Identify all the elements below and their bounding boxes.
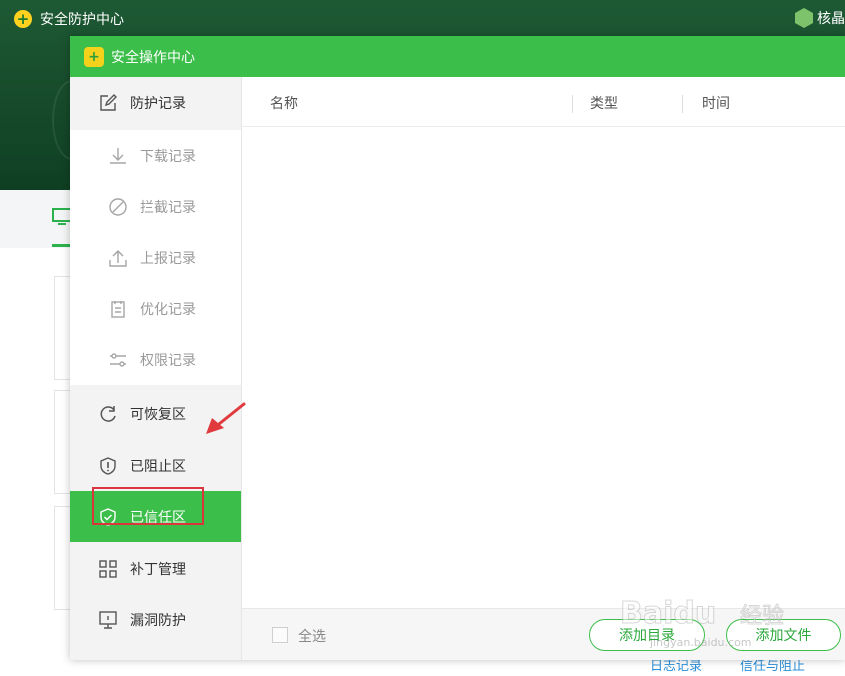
- edit-icon: [98, 93, 118, 113]
- watermark-url: jingyan.baidu.com: [650, 636, 752, 649]
- column-header-time[interactable]: 时间: [702, 93, 730, 113]
- sidebar-item-label: 漏洞防护: [130, 612, 186, 629]
- sidebar-item-label: 优化记录: [140, 301, 196, 318]
- computer-icon[interactable]: [52, 208, 72, 226]
- main-window-title-bar: + 安全防护中心: [14, 9, 124, 29]
- select-all-label[interactable]: 全选: [298, 626, 326, 646]
- sidebar-item-patch-management[interactable]: 补丁管理: [70, 543, 241, 594]
- records-content-panel: 名称 类型 时间 全选 添加目录 添加文件: [242, 77, 845, 660]
- table-body-empty: [242, 128, 845, 608]
- sidebar-item-blocked-zone[interactable]: 已阻止区: [70, 440, 241, 491]
- main-window-title: 安全防护中心: [40, 12, 124, 28]
- clipboard-icon: [108, 299, 128, 319]
- user-badge[interactable]: 核晶: [795, 8, 845, 28]
- column-separator: [682, 95, 683, 113]
- sidebar-item-protection-records[interactable]: 防护记录: [70, 77, 241, 128]
- sidebar-item-label: 补丁管理: [130, 561, 186, 578]
- column-separator: [572, 95, 573, 113]
- table-header: 名称 类型 时间: [242, 77, 845, 127]
- sidebar-item-label: 下载记录: [140, 148, 196, 165]
- dialog-title: 安全操作中心: [111, 49, 195, 66]
- sidebar-item-label: 上报记录: [140, 250, 196, 267]
- shield-alert-icon: [98, 456, 118, 476]
- sidebar-item-label: 权限记录: [140, 352, 196, 369]
- user-label: 核晶: [817, 11, 845, 27]
- cube-icon: [795, 8, 813, 28]
- security-operation-dialog: + 安全操作中心 防护记录 下载记录 拦截记录 上报记录 优化记录 权限记录 可…: [70, 36, 845, 660]
- monitor-pin-icon: [98, 610, 118, 630]
- sidebar-item-vulnerability-protection[interactable]: 漏洞防护: [70, 594, 241, 645]
- sidebar-item-label: 已阻止区: [130, 458, 186, 475]
- annotation-arrow-icon: [206, 402, 246, 434]
- dialog-sidebar: 防护记录 下载记录 拦截记录 上报记录 优化记录 权限记录 可恢复区 已阻止区 …: [70, 77, 242, 660]
- app-logo-icon: +: [14, 10, 32, 28]
- sidebar-item-optimize-records[interactable]: 优化记录: [70, 283, 241, 334]
- dialog-logo-icon: +: [84, 46, 104, 67]
- watermark-brand-cn: 经验: [739, 604, 785, 630]
- sidebar-item-download-records[interactable]: 下载记录: [70, 130, 241, 181]
- baidu-watermark: Baidu 经验 jingyan.baidu.com: [619, 590, 845, 660]
- sidebar-item-label: 拦截记录: [140, 199, 196, 216]
- sidebar-item-label: 可恢复区: [130, 406, 186, 423]
- active-tab-indicator: [52, 244, 72, 247]
- sidebar-item-report-records[interactable]: 上报记录: [70, 232, 241, 283]
- select-all-checkbox[interactable]: [272, 627, 288, 643]
- upload-icon: [108, 248, 128, 268]
- column-header-type[interactable]: 类型: [590, 93, 618, 113]
- grid-icon: [98, 559, 118, 579]
- sidebar-item-block-records[interactable]: 拦截记录: [70, 181, 241, 232]
- watermark-brand: Baidu: [619, 596, 717, 632]
- annotation-highlight-box: [92, 487, 204, 525]
- refresh-icon: [98, 404, 118, 424]
- sidebar-item-label: 防护记录: [130, 95, 186, 112]
- download-icon: [108, 146, 128, 166]
- block-icon: [108, 197, 128, 217]
- column-header-name[interactable]: 名称: [270, 93, 298, 113]
- dialog-title-bar[interactable]: + 安全操作中心: [70, 36, 845, 77]
- sliders-icon: [108, 350, 128, 370]
- sidebar-item-permission-records[interactable]: 权限记录: [70, 334, 241, 385]
